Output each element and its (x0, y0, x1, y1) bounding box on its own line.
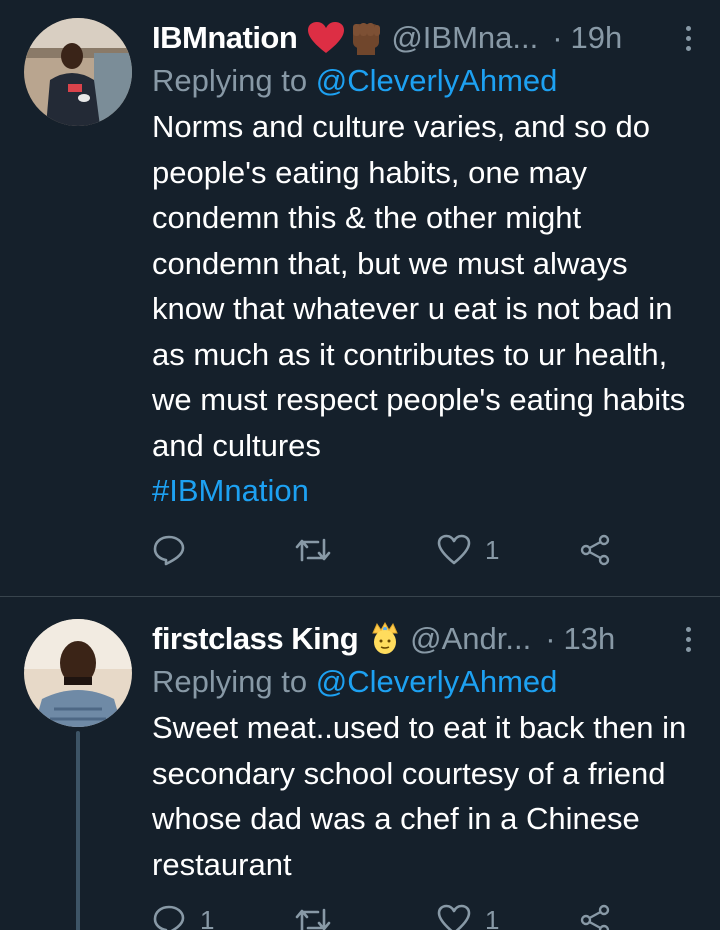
retweet-icon (295, 908, 331, 930)
avatar[interactable] (24, 619, 132, 727)
tweet-header: firstclass King @Andr... · 13h (152, 615, 696, 663)
red-heart-icon (307, 21, 345, 55)
reply-button[interactable]: 1 (152, 904, 214, 930)
tweet-actions: 1 (152, 534, 622, 574)
avatar[interactable] (24, 18, 132, 126)
like-count: 1 (485, 534, 500, 565)
tweet-text: Norms and culture varies, and so do peop… (152, 104, 696, 514)
reply-count: 1 (200, 904, 215, 930)
mention-link[interactable]: @CleverlyAhmed (316, 664, 558, 699)
mention-link[interactable]: @CleverlyAhmed (316, 63, 558, 98)
retweet-button[interactable] (294, 534, 346, 566)
more-icon[interactable] (680, 624, 696, 654)
tweet-body: Norms and culture varies, and so do peop… (152, 109, 686, 463)
tweet[interactable]: IBMnation @IBMna... · 19h Replying to @C… (0, 0, 720, 597)
like-icon (437, 534, 471, 565)
timestamp[interactable]: 19h (571, 20, 623, 56)
user-handle[interactable]: @Andr... (410, 621, 531, 657)
display-name[interactable]: firstclass King (152, 621, 359, 657)
like-count: 1 (485, 904, 500, 930)
share-button[interactable] (579, 904, 611, 930)
share-button[interactable] (579, 534, 611, 566)
retweet-button[interactable] (294, 904, 346, 930)
hashtag-link[interactable]: #IBMnation (152, 468, 696, 514)
replying-prefix: Replying to (152, 664, 308, 699)
more-icon[interactable] (680, 23, 696, 53)
share-icon (580, 904, 610, 930)
reply-icon (153, 905, 185, 930)
display-name[interactable]: IBMnation (152, 20, 298, 56)
tweet-header: IBMnation @IBMna... · 19h (152, 14, 696, 62)
timestamp[interactable]: 13h (564, 621, 616, 657)
reply-button[interactable] (152, 534, 200, 566)
replying-to: Replying to @CleverlyAhmed (152, 661, 696, 703)
person-with-crown-icon (368, 621, 402, 657)
share-icon (580, 534, 610, 566)
tweet-actions: 1 1 (152, 904, 622, 930)
like-button[interactable]: 1 (437, 904, 499, 930)
reply-icon (153, 535, 185, 566)
raised-fist-icon (349, 20, 383, 56)
user-handle[interactable]: @IBMna... (391, 20, 538, 56)
replying-to: Replying to @CleverlyAhmed (152, 60, 696, 102)
replying-prefix: Replying to (152, 63, 308, 98)
tweet-text: Sweet meat..used to eat it back then in … (152, 705, 696, 887)
like-button[interactable]: 1 (437, 534, 499, 566)
retweet-icon (295, 538, 331, 562)
tweet[interactable]: firstclass King @Andr... · 13h Replying … (0, 597, 720, 930)
separator-dot: · (545, 621, 556, 656)
like-icon (437, 904, 471, 930)
thread-line (76, 731, 80, 930)
separator-dot: · (552, 20, 563, 55)
tweet-body: Sweet meat..used to eat it back then in … (152, 710, 687, 882)
